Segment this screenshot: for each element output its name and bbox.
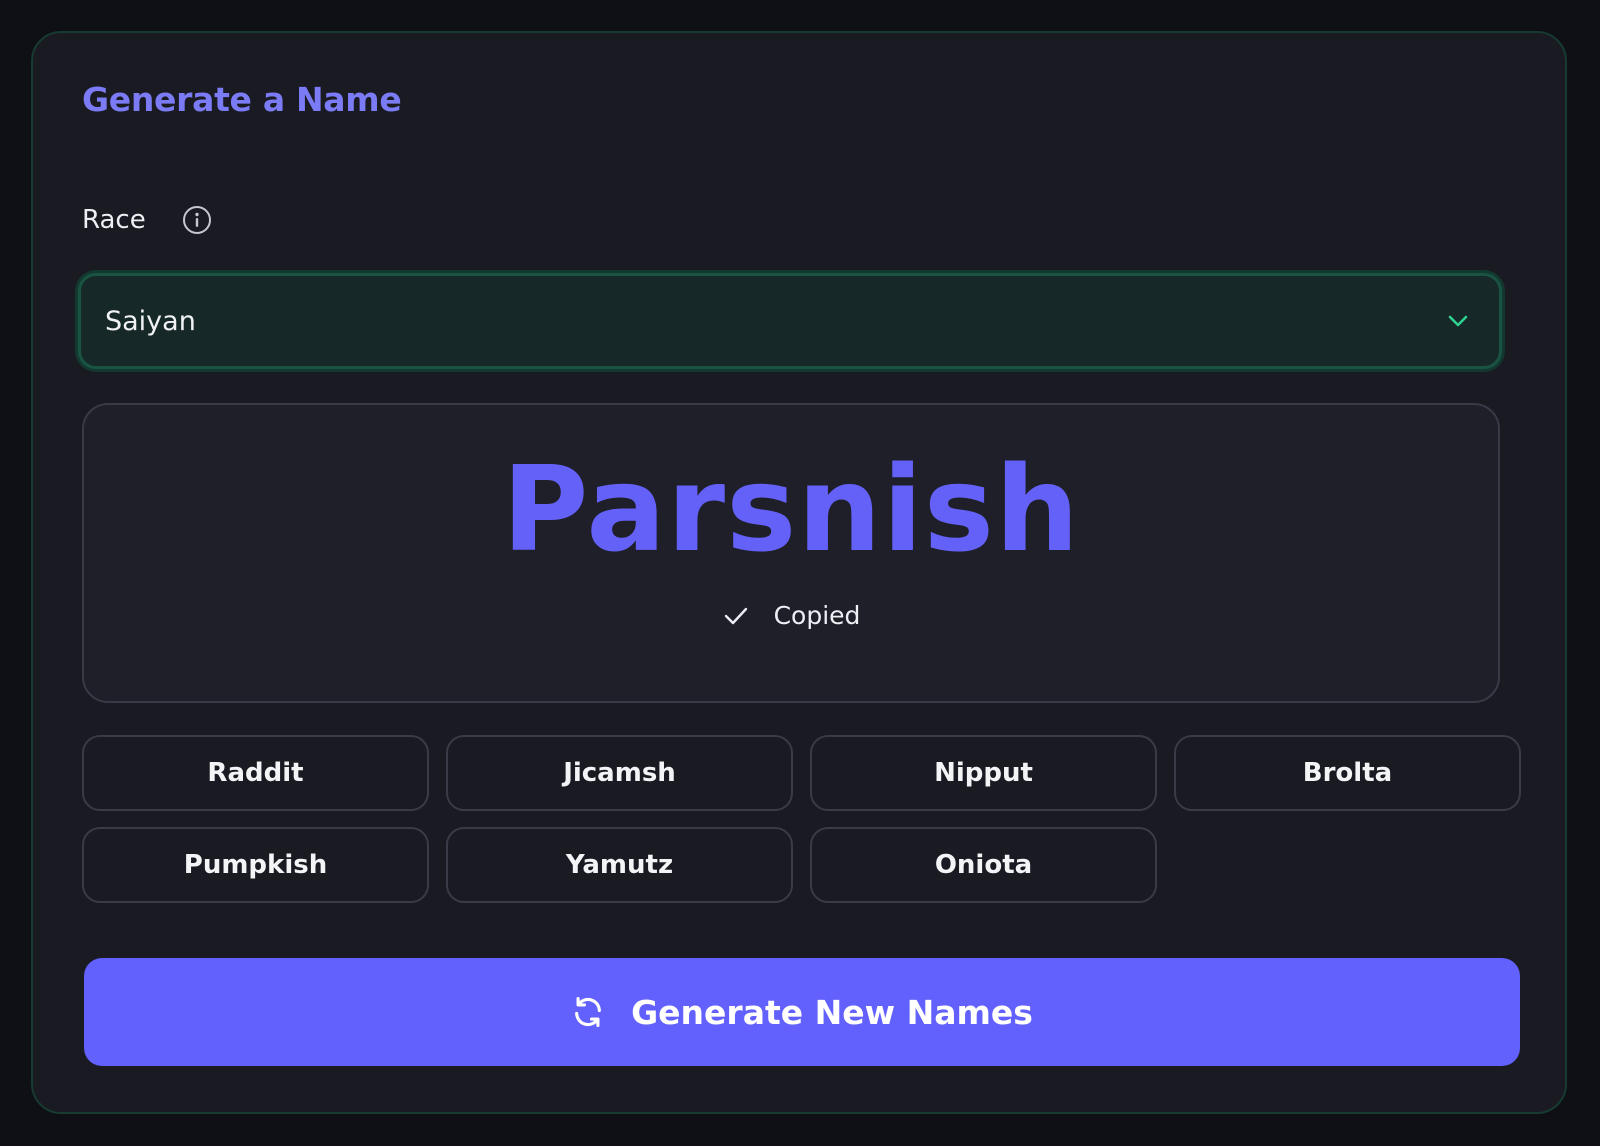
generated-name-display[interactable]: Parsnish Copied xyxy=(82,403,1500,703)
info-circle-icon[interactable] xyxy=(182,205,212,235)
race-select-value: Saiyan xyxy=(105,305,196,337)
check-icon xyxy=(722,602,750,630)
name-chip-pumpkish[interactable]: Pumpkish xyxy=(82,827,429,903)
generate-button-label: Generate New Names xyxy=(631,992,1033,1032)
name-chip-yamutz[interactable]: Yamutz xyxy=(446,827,793,903)
name-chip-nipput[interactable]: Nipput xyxy=(810,735,1157,811)
race-label-row: Race xyxy=(82,203,212,237)
name-suggestions: Raddit Jicamsh Nipput Brolta Pumpkish Ya… xyxy=(82,735,1521,903)
name-generator-card: Generate a Name Race Saiyan Parsnish Cop… xyxy=(31,31,1567,1114)
refresh-icon xyxy=(571,995,605,1029)
race-label: Race xyxy=(82,205,146,235)
generated-name: Parsnish xyxy=(501,440,1081,578)
copied-text: Copied xyxy=(773,601,861,630)
name-chip-oniota[interactable]: Oniota xyxy=(810,827,1157,903)
generate-new-names-button[interactable]: Generate New Names xyxy=(84,958,1520,1066)
race-select[interactable]: Saiyan xyxy=(78,273,1502,369)
name-chip-raddit[interactable]: Raddit xyxy=(82,735,429,811)
card-title: Generate a Name xyxy=(82,80,402,119)
chevron-down-icon xyxy=(1443,306,1473,336)
name-chip-jicamsh[interactable]: Jicamsh xyxy=(446,735,793,811)
name-chip-brolta[interactable]: Brolta xyxy=(1174,735,1521,811)
copied-status: Copied xyxy=(84,601,1498,630)
